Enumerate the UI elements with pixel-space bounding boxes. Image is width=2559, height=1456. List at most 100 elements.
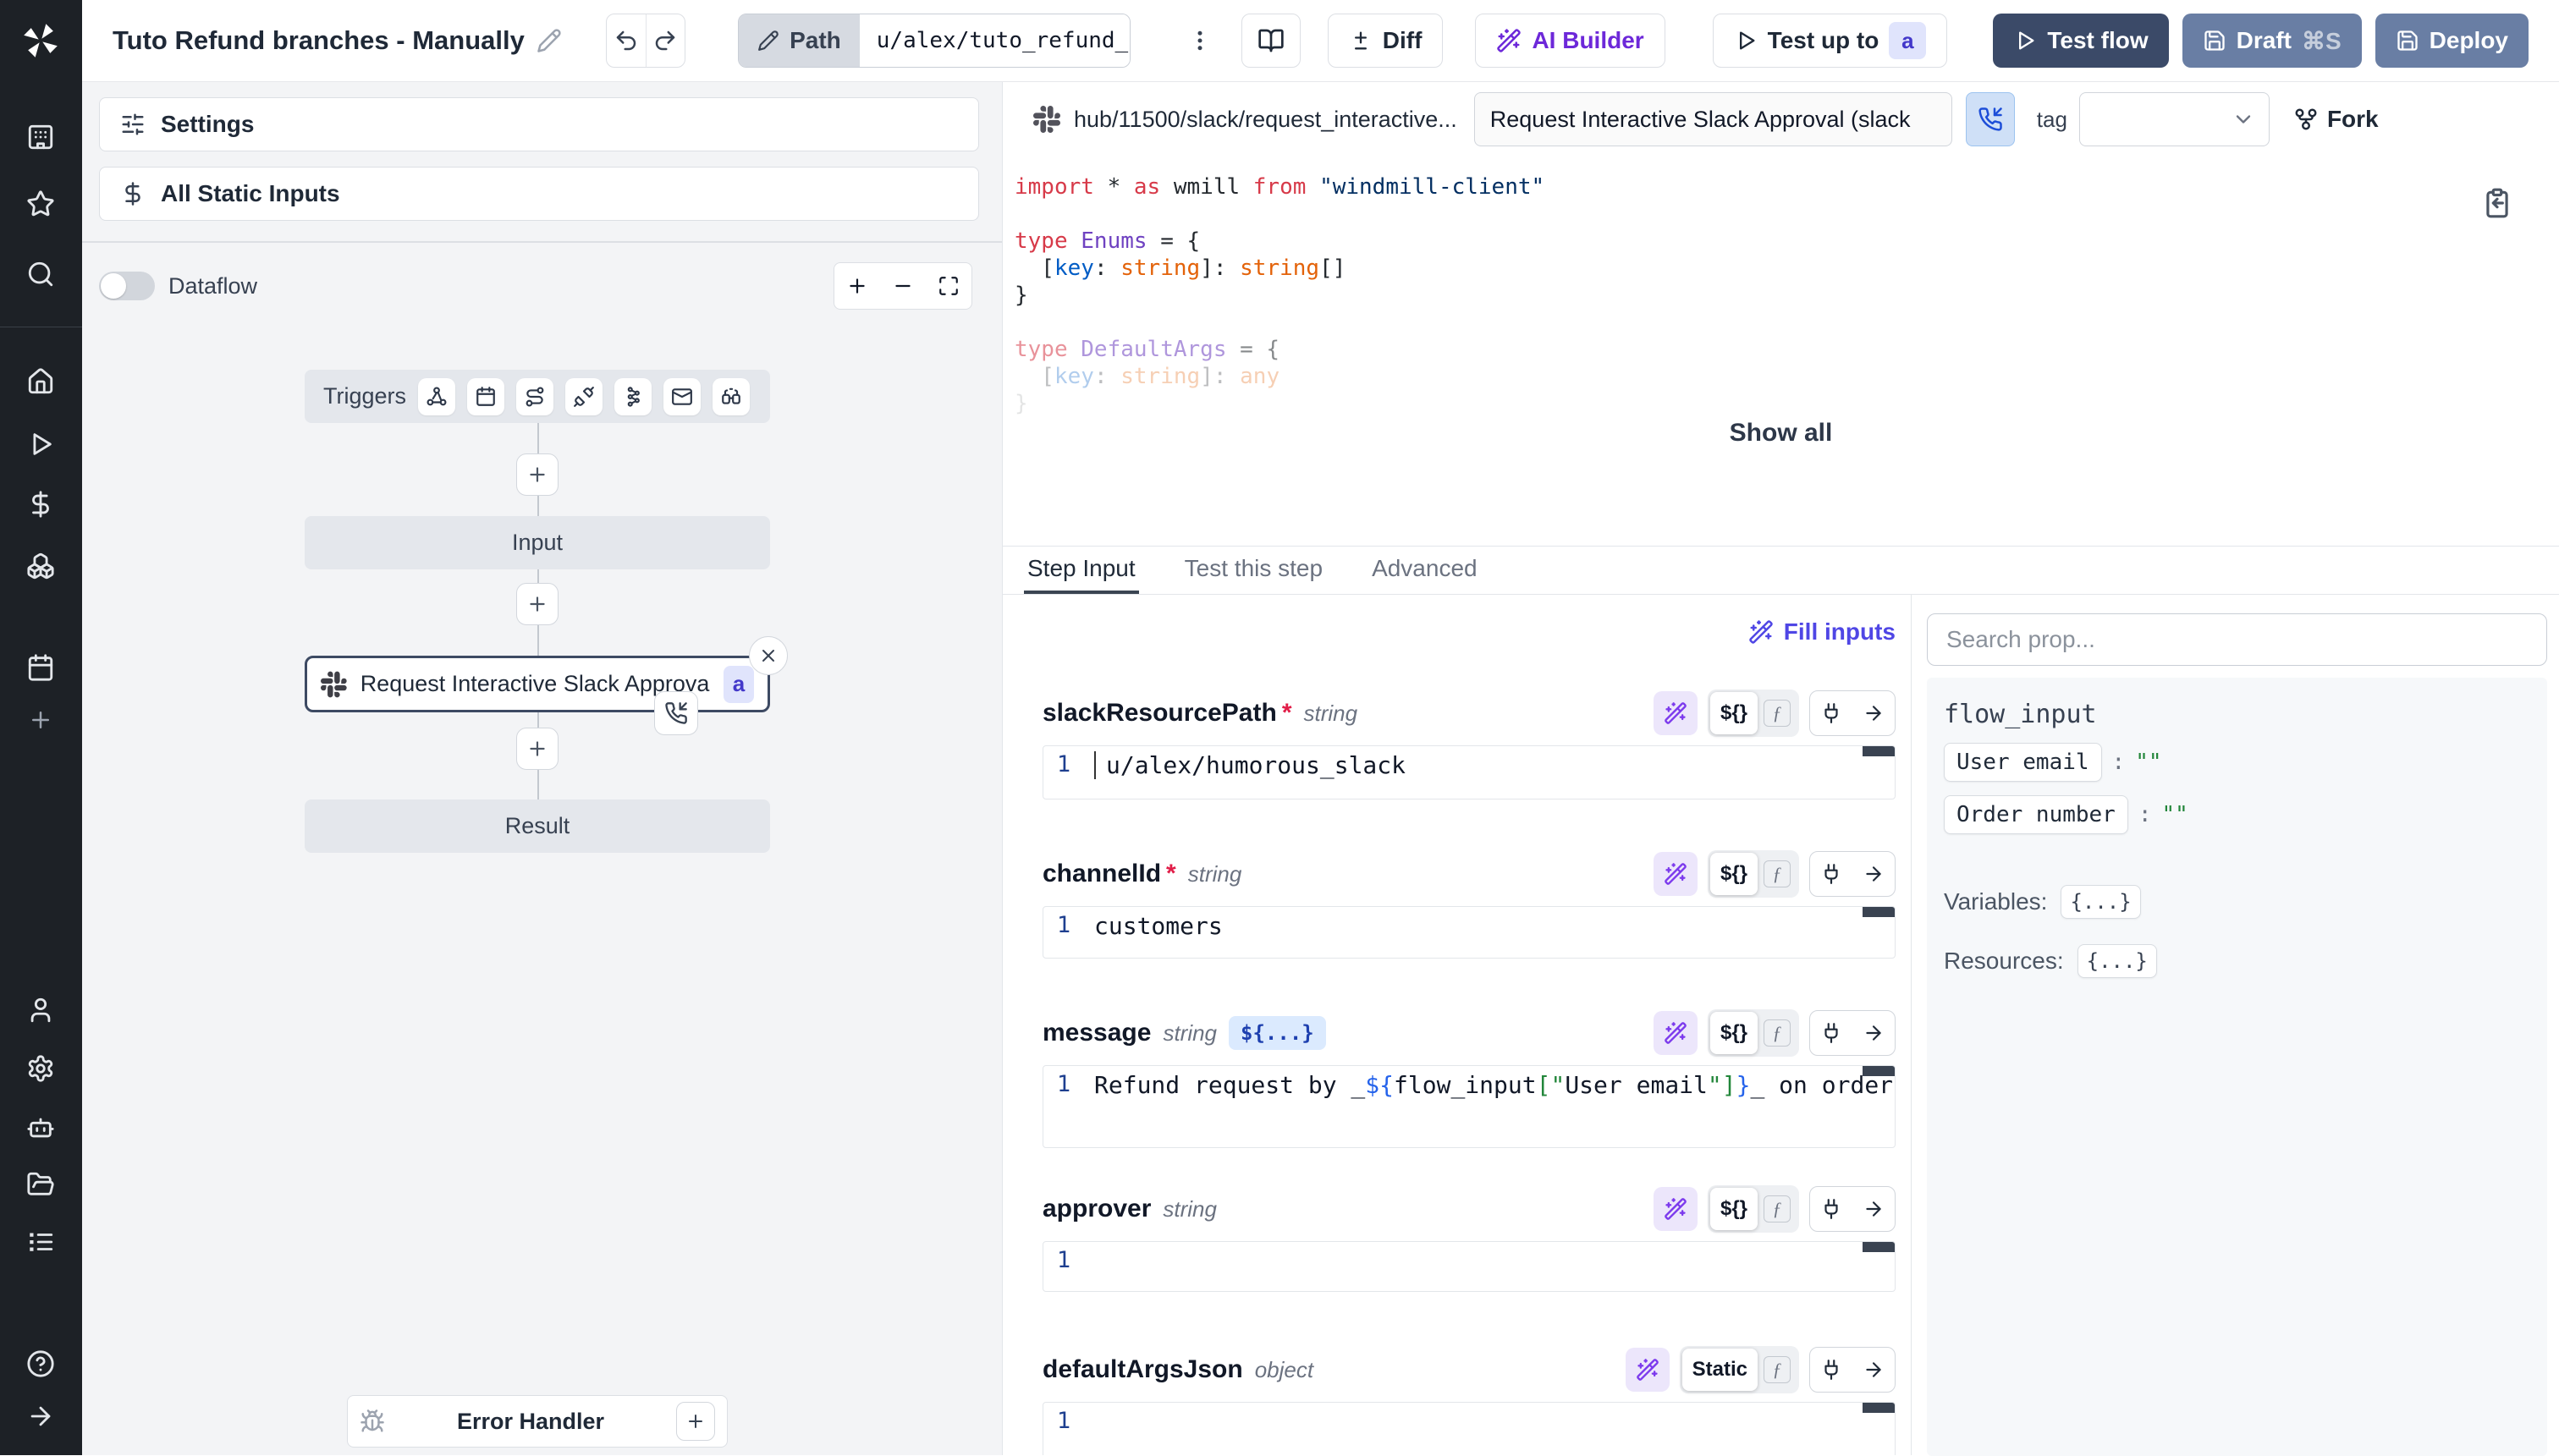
search-icon[interactable] [22, 255, 59, 293]
diff-button[interactable]: Diff [1328, 14, 1444, 68]
field-value[interactable]: u/alex/humorous_slack [1084, 746, 1406, 799]
expand-arrow-icon[interactable] [22, 1398, 59, 1435]
field-value-editor[interactable]: 1 Refund request by _${flow_input["User … [1043, 1065, 1896, 1148]
add-icon[interactable] [22, 701, 59, 739]
fill-inputs-button[interactable]: Fill inputs [1043, 608, 1896, 656]
audit-list-icon[interactable] [22, 1223, 59, 1261]
favorites-star-icon[interactable] [22, 185, 59, 223]
field-value-editor[interactable]: 1 [1043, 1241, 1896, 1292]
field-value[interactable] [1084, 1403, 1094, 1455]
schedules-calendar-icon[interactable] [22, 649, 59, 686]
copy-code-icon[interactable] [2481, 187, 2513, 219]
suspend-approval-icon[interactable] [654, 691, 698, 735]
path-group[interactable]: Path u/alex/tuto_refund_branches_ [738, 14, 1131, 68]
add-step-button-2[interactable] [516, 583, 559, 625]
redo-button[interactable] [646, 14, 685, 67]
search-prop-input[interactable]: Search prop... [1927, 613, 2547, 666]
resources-value-chip[interactable]: {...} [2077, 944, 2157, 978]
mode-template-button[interactable]: ${} [1710, 853, 1758, 895]
user-icon[interactable] [22, 992, 59, 1029]
plug-connect-button[interactable] [1810, 863, 1852, 885]
tab-step-input[interactable]: Step Input [1024, 547, 1139, 594]
help-icon[interactable] [22, 1345, 59, 1382]
more-menu-kebab-icon[interactable] [1186, 14, 1214, 67]
ai-builder-button[interactable]: AI Builder [1475, 14, 1665, 68]
slack-approval-step-node[interactable]: Request Interactive Slack Approval (... … [305, 656, 770, 712]
workspace-icon[interactable] [22, 118, 59, 156]
field-value-editor[interactable]: 1 [1043, 1402, 1896, 1455]
editor-scrollbar[interactable] [1863, 1242, 1895, 1252]
http-route-trigger-icon[interactable] [516, 378, 553, 415]
home-icon[interactable] [22, 363, 59, 400]
flow-input-prop-row[interactable]: Order number : "" [1944, 795, 2530, 834]
flow-settings-card[interactable]: Settings [99, 97, 979, 151]
arrow-right-button[interactable] [1852, 1022, 1895, 1044]
docs-book-button[interactable] [1241, 14, 1301, 68]
field-value[interactable]: Refund request by _${flow_input["User em… [1084, 1066, 1895, 1147]
poll-trigger-icon[interactable] [713, 378, 750, 415]
webhook-trigger-icon[interactable] [418, 378, 455, 415]
add-step-button-1[interactable] [516, 453, 559, 496]
field-value[interactable]: customers [1084, 907, 1223, 958]
mode-template-button[interactable]: ${} [1710, 692, 1758, 734]
schedule-trigger-icon[interactable] [467, 378, 504, 415]
email-trigger-icon[interactable] [663, 378, 701, 415]
plug-connect-button[interactable] [1810, 1359, 1852, 1381]
deploy-button[interactable]: Deploy [2375, 14, 2529, 68]
folders-icon[interactable] [22, 1166, 59, 1203]
mode-function-button[interactable]: ƒ [1758, 860, 1797, 887]
mode-function-button[interactable]: ƒ [1758, 700, 1797, 727]
editor-scrollbar[interactable] [1863, 907, 1895, 917]
error-handler-node[interactable]: Error Handler [347, 1395, 728, 1448]
mode-template-button[interactable]: ${} [1710, 1188, 1758, 1230]
code-editor[interactable]: import * as wmill from "windmill-client"… [1003, 157, 2559, 546]
ai-fill-wand-button[interactable] [1654, 852, 1698, 896]
step-title-input[interactable]: Request Interactive Slack Approval (slac… [1474, 92, 1952, 146]
input-node[interactable]: Input [305, 516, 770, 569]
suspend-approval-toggle[interactable] [1966, 92, 2015, 146]
websocket-trigger-icon[interactable] [565, 378, 603, 415]
show-all-button[interactable]: Show all [1730, 419, 1833, 448]
mode-function-button[interactable]: ƒ [1758, 1019, 1797, 1047]
zoom-out-button[interactable] [880, 263, 926, 309]
fork-button[interactable]: Fork [2293, 106, 2379, 133]
field-value[interactable] [1084, 1242, 1094, 1291]
workers-bot-icon[interactable] [22, 1109, 59, 1146]
dataflow-toggle[interactable] [99, 272, 155, 300]
editor-scrollbar[interactable] [1863, 1403, 1895, 1413]
resources-row[interactable]: Resources: {...} [1944, 944, 2530, 978]
ai-fill-wand-button[interactable] [1626, 1348, 1670, 1392]
variables-value-chip[interactable]: {...} [2061, 885, 2140, 919]
editor-scrollbar[interactable] [1863, 1066, 1895, 1076]
test-flow-button[interactable]: Test flow [1993, 14, 2168, 68]
test-up-to-button[interactable]: Test up to a [1713, 14, 1948, 68]
ai-fill-wand-button[interactable] [1654, 691, 1698, 735]
plug-connect-button[interactable] [1810, 702, 1852, 724]
hub-script-path[interactable]: hub/11500/slack/request_interactive... [1074, 107, 1457, 133]
add-step-button-3[interactable] [516, 728, 559, 770]
variables-dollar-icon[interactable] [22, 486, 59, 523]
zoom-in-button[interactable] [834, 263, 880, 309]
kafka-trigger-icon[interactable] [614, 378, 652, 415]
flow-input-prop-row[interactable]: User email : "" [1944, 743, 2530, 782]
draft-button[interactable]: Draft ⌘S [2182, 14, 2362, 68]
variables-row[interactable]: Variables: {...} [1944, 885, 2530, 919]
fit-view-button[interactable] [926, 263, 971, 309]
windmill-logo[interactable] [15, 15, 66, 66]
mode-function-button[interactable]: ƒ [1758, 1195, 1797, 1222]
triggers-node[interactable]: Triggers [305, 370, 770, 423]
prop-key-chip[interactable]: Order number [1944, 795, 2128, 834]
mode-template-button[interactable]: Static [1682, 1349, 1758, 1391]
arrow-right-button[interactable] [1852, 863, 1895, 885]
flow-input-title[interactable]: flow_input [1944, 700, 2530, 729]
all-static-inputs-card[interactable]: All Static Inputs [99, 167, 979, 221]
ai-fill-wand-button[interactable] [1654, 1187, 1698, 1231]
arrow-right-button[interactable] [1852, 702, 1895, 724]
remove-step-button[interactable] [749, 636, 788, 675]
ai-fill-wand-button[interactable] [1654, 1011, 1698, 1055]
mode-template-button[interactable]: ${} [1710, 1012, 1758, 1054]
arrow-right-button[interactable] [1852, 1198, 1895, 1220]
tab-test-this-step[interactable]: Test this step [1181, 547, 1326, 594]
mode-function-button[interactable]: ƒ [1758, 1356, 1797, 1383]
add-error-handler-button[interactable] [676, 1402, 715, 1441]
